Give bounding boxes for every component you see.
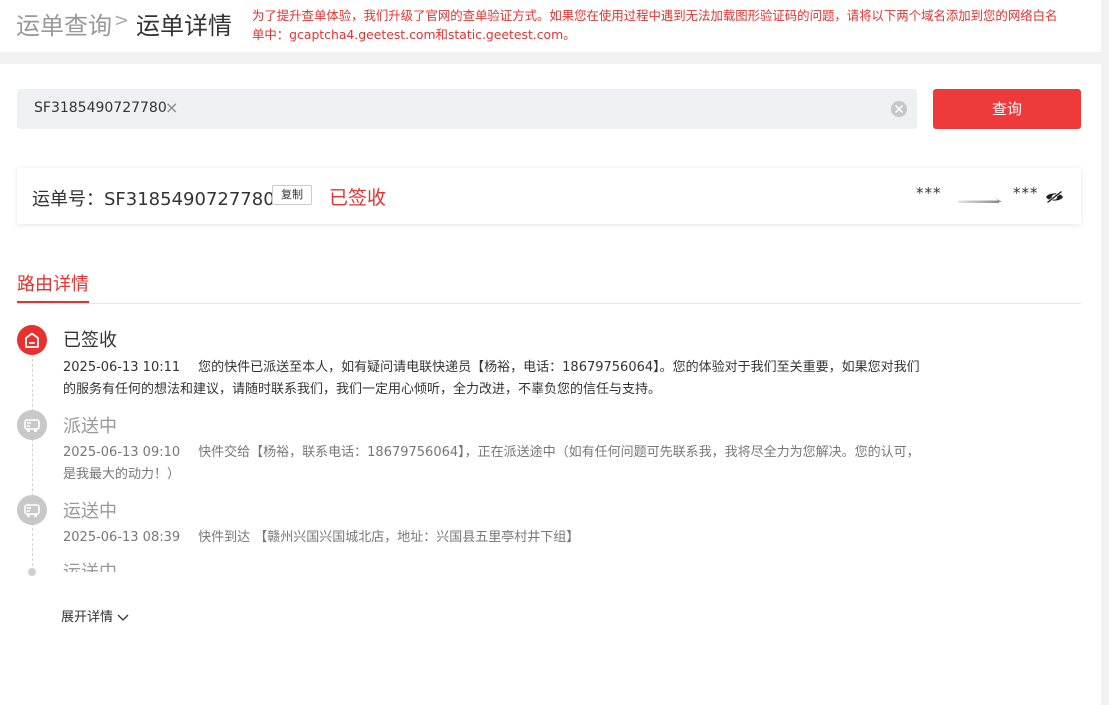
main-content: SF3185490727780 × 查询 运单号：SF3185490727780… [0, 64, 1101, 705]
timeline-detail: 2025-06-13 10:11 您的快件已派送至本人，如有疑问请电联快递员【杨裕… [63, 357, 927, 401]
timeline-status-title: 运送中 [63, 501, 117, 522]
timeline-cut-item: 运送中 [63, 558, 363, 572]
copy-button[interactable]: 复制 [272, 185, 312, 205]
waybill-search-input[interactable]: SF3185490727780 × [17, 89, 917, 129]
tab-divider [17, 303, 1081, 304]
origin-city: *** [916, 184, 942, 202]
expand-details-link[interactable]: 展开详情 [61, 606, 129, 625]
timeline-description: 您的快件已派送至本人，如有疑问请电联快递员【杨裕，电话：18679756064】… [63, 360, 920, 397]
timeline-status-title: 派送中 [63, 416, 117, 437]
route-arrow-icon [958, 190, 1002, 209]
tab-route-details[interactable]: 路由详情 [17, 270, 89, 296]
transit-truck-icon [17, 495, 47, 525]
timeline-detail: 2025-06-13 08:39 快件到达 【赣州兴国兴国城北店，地址：兴国县五里… [63, 527, 927, 549]
timeline-status-title: 运送中 [63, 562, 117, 572]
timeline-time: 2025-06-13 10:11 [63, 360, 181, 375]
eye-hidden-icon[interactable] [1045, 189, 1064, 208]
expand-label: 展开详情 [61, 610, 114, 625]
waybill-summary-card: 运单号：SF3185490727780 复制 已签收 *** *** [17, 168, 1081, 224]
page-title: 运单详情 [136, 12, 232, 40]
chevron-down-icon [117, 614, 129, 621]
query-button[interactable]: 查询 [933, 89, 1081, 129]
timeline-dot [28, 568, 36, 576]
signed-icon [17, 325, 47, 355]
destination-city: *** [1013, 184, 1039, 202]
verification-notice: 为了提升查单体验，我们升级了官网的查单验证方式。如果您在使用过程中遇到无法加载图… [252, 8, 1058, 42]
top-header: 运单查询 > 运单详情 为了提升查单体验，我们升级了官网的查单验证方式。如果您在… [0, 0, 1101, 52]
clear-input-icon[interactable] [891, 101, 907, 117]
timeline-time: 2025-06-13 09:10 [63, 445, 181, 460]
timeline-description: 快件交给【杨裕，联系电话：18679756064】，正在派送途中（如有任何问题可… [63, 445, 920, 482]
waybill-number: 运单号：SF3185490727780 [32, 189, 275, 210]
timeline-description: 快件到达 【赣州兴国兴国城北店，地址：兴国县五里亭村井下组】 [198, 530, 580, 545]
delivery-truck-icon [17, 410, 47, 440]
status-badge: 已签收 [329, 187, 387, 209]
timeline-time: 2025-06-13 08:39 [63, 530, 181, 545]
breadcrumb-root[interactable]: 运单查询 [16, 6, 112, 41]
timeline-detail: 2025-06-13 09:10 快件交给【杨裕，联系电话：18679756064… [63, 442, 927, 486]
timeline-status-title: 已签收 [63, 330, 117, 351]
breadcrumb-separator: > [114, 10, 130, 31]
search-tag-value: SF3185490727780 [34, 100, 167, 116]
timeline-connector [32, 354, 33, 566]
remove-tag-icon[interactable]: × [165, 98, 178, 117]
